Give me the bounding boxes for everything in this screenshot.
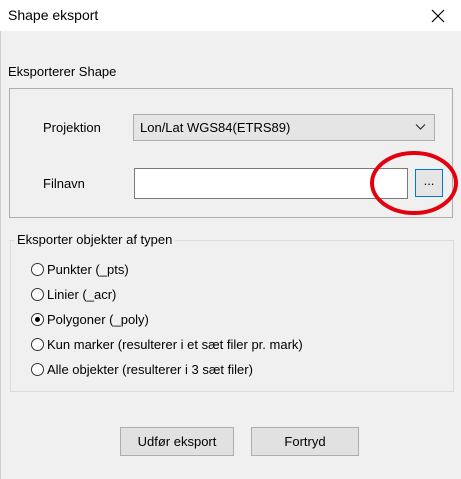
radio-linier[interactable]: Linier (_acr) [31,287,116,302]
projection-selected-value: Lon/Lat WGS84(ETRS89) [140,120,291,135]
radio-label: Kun marker (resulterer i et sæt filer pr… [47,337,303,352]
filename-label: Filnavn [43,176,85,191]
export-type-legend: Eksporter objekter af typen [14,232,176,247]
radio-kun-marker[interactable]: Kun marker (resulterer i et sæt filer pr… [31,337,303,352]
dialog-heading: Eksporterer Shape [8,64,117,79]
radio-polygoner[interactable]: Polygoner (_poly) [31,312,149,327]
radio-alle-objekter[interactable]: Alle objekter (resulterer i 3 sæt filer) [31,362,253,377]
close-icon [431,9,445,22]
radio-button-icon [31,263,44,276]
radio-button-icon [31,363,44,376]
radio-button-icon [31,288,44,301]
projection-select[interactable]: Lon/Lat WGS84(ETRS89) [133,114,435,141]
radio-label: Alle objekter (resulterer i 3 sæt filer) [47,362,253,377]
title-bar: Shape eksport [0,0,461,31]
close-button[interactable] [415,0,461,31]
projection-label: Projektion [43,120,101,135]
radio-label: Polygoner (_poly) [47,312,149,327]
cancel-button[interactable]: Fortryd [251,427,359,456]
radio-button-checked-icon [31,313,44,326]
radio-label: Linier (_acr) [47,287,117,302]
radio-label: Punkter (_pts) [47,262,129,277]
chevron-down-icon [415,124,426,130]
radio-button-icon [31,338,44,351]
highlight-circle-annotation [370,151,458,215]
export-button[interactable]: Udfør eksport [120,427,234,456]
radio-punkter[interactable]: Punkter (_pts) [31,262,129,277]
window-title: Shape eksport [8,7,99,23]
